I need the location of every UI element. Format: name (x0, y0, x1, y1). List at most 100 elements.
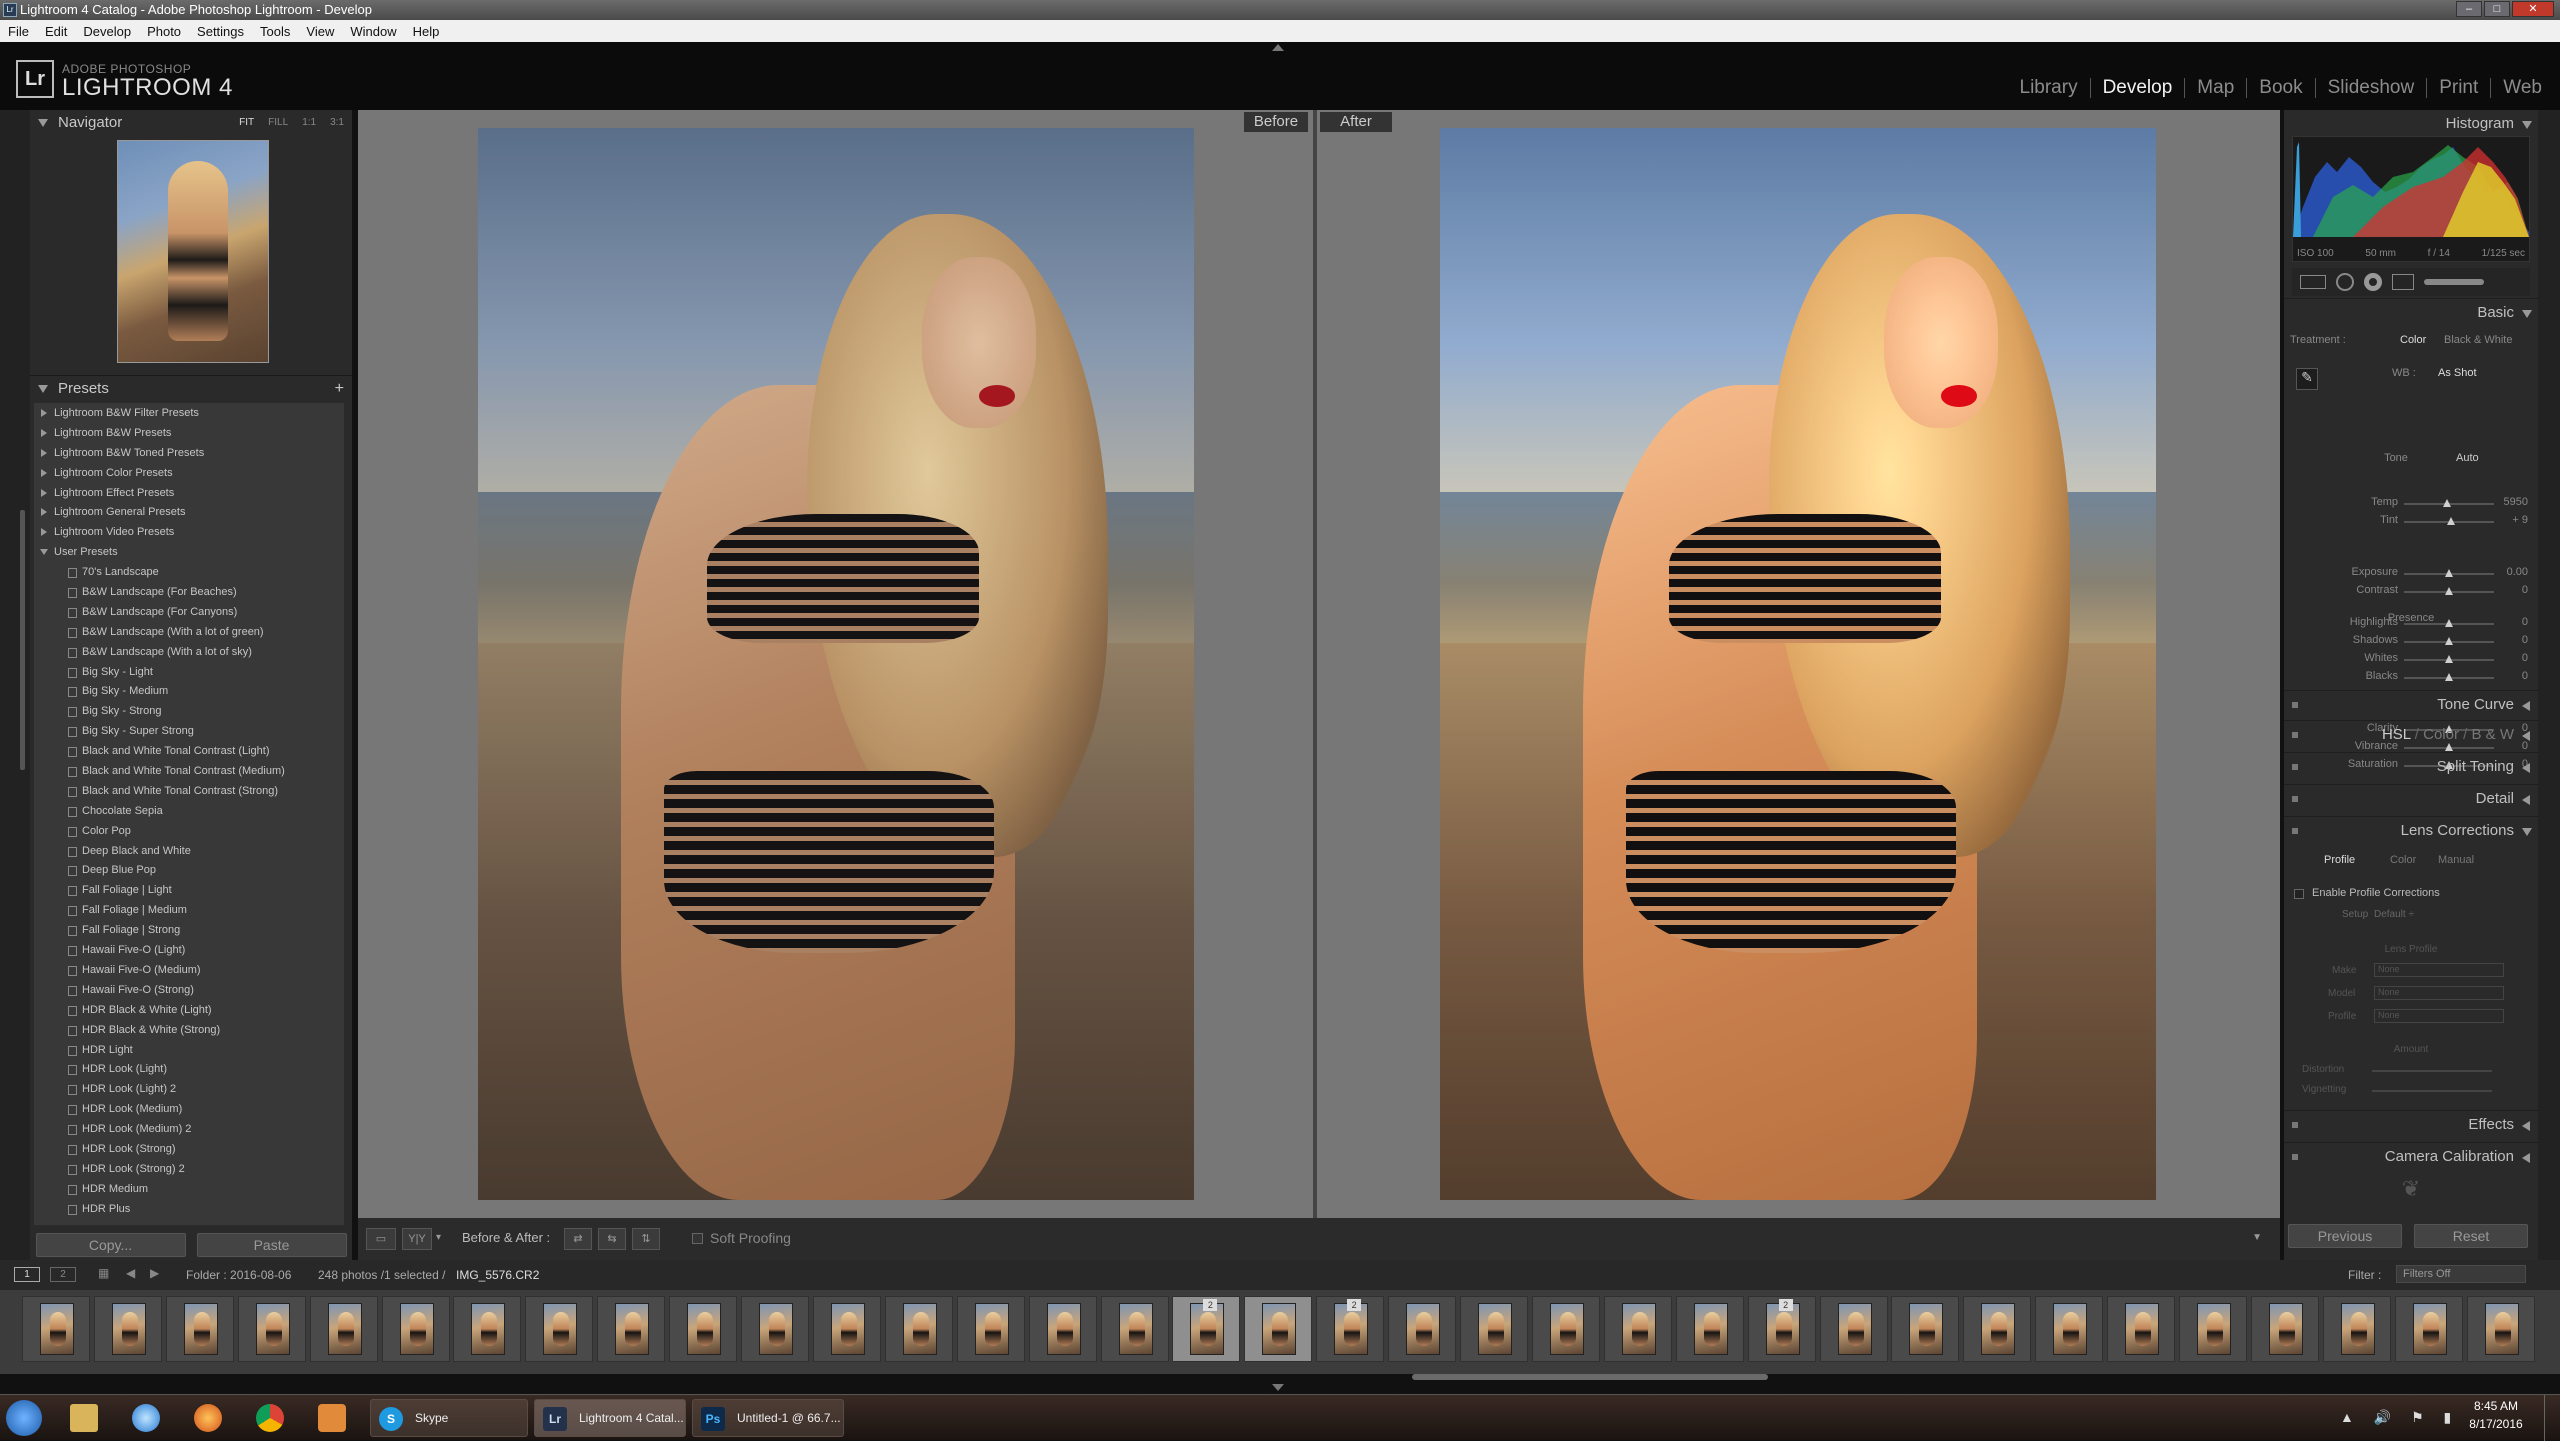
system-tray-icons[interactable]: ▲ 🔊 ⚑ ▮ (2340, 1409, 2459, 1426)
camera-calibration-header[interactable]: Camera Calibration (2284, 1142, 2538, 1170)
window1-button[interactable]: 1 (14, 1267, 40, 1282)
menu-settings[interactable]: Settings (189, 24, 252, 39)
start-button-icon[interactable] (6, 1400, 42, 1436)
module-book[interactable]: Book (2247, 78, 2316, 98)
slider-whites[interactable]: Whites 0 (2294, 652, 2528, 668)
slider-knob[interactable] (2443, 499, 2452, 507)
nav-fit[interactable]: FIT (239, 110, 254, 136)
nav-1-1[interactable]: 1:1 (302, 110, 316, 136)
preset-folder[interactable]: Lightroom B&W Filter Presets (34, 403, 344, 423)
grid-view-icon[interactable]: ▦ (98, 1266, 109, 1280)
preset-item[interactable]: B&W Landscape (For Canyons) (34, 602, 344, 622)
slider-value[interactable]: 0 (2488, 670, 2528, 682)
nav-3-1[interactable]: 3:1 (330, 110, 344, 136)
preset-folder[interactable]: Lightroom Color Presets (34, 463, 344, 483)
lens-tab-manual[interactable]: Manual (2438, 854, 2474, 866)
preset-item[interactable]: Hawaii Five-O (Medium) (34, 960, 344, 980)
slider-highlights[interactable]: Highlights 0 (2294, 616, 2528, 632)
filmstrip-thumbnail[interactable] (309, 1296, 378, 1362)
left-scrollbar[interactable] (20, 510, 25, 770)
preset-item[interactable]: Big Sky - Medium (34, 681, 344, 701)
forward-arrow-icon[interactable]: ▶ (150, 1266, 159, 1280)
selected-filename[interactable]: IMG_5576.CR2 (456, 1268, 539, 1282)
stack-badge[interactable]: 2 (1347, 1299, 1362, 1311)
reset-button[interactable]: Reset (2414, 1224, 2528, 1248)
presets-header[interactable]: Presets + (30, 375, 352, 401)
filmstrip-thumbnail[interactable] (884, 1296, 953, 1362)
show-desktop-button[interactable] (2544, 1395, 2560, 1441)
preset-folder[interactable]: Lightroom Effect Presets (34, 483, 344, 503)
filmstrip-thumbnail[interactable] (22, 1296, 90, 1362)
slider-shadows[interactable]: Shadows 0 (2294, 634, 2528, 650)
preset-folder[interactable]: User Presets (34, 542, 344, 562)
slider-value[interactable]: + 9 (2488, 514, 2528, 526)
preset-folder[interactable]: Lightroom B&W Toned Presets (34, 443, 344, 463)
toolbar-menu-icon[interactable]: ▼ (2252, 1232, 2262, 1243)
lens-setup-value[interactable]: Default ÷ (2374, 909, 2414, 920)
filmstrip-thumbnail[interactable]: 2 (1747, 1296, 1816, 1362)
module-map[interactable]: Map (2185, 78, 2248, 98)
filmstrip-thumbnail[interactable] (1963, 1296, 2032, 1362)
adjustment-brush-icon[interactable] (2424, 279, 2484, 285)
stack-badge[interactable]: 2 (1778, 1299, 1793, 1311)
graduated-filter-icon[interactable] (2392, 274, 2414, 290)
filmstrip-thumbnail[interactable] (597, 1296, 666, 1362)
menu-photo[interactable]: Photo (139, 24, 189, 39)
filmstrip-thumbnail[interactable] (956, 1296, 1025, 1362)
preset-item[interactable]: Hawaii Five-O (Light) (34, 940, 344, 960)
lens-model-select[interactable]: None (2374, 986, 2504, 1000)
filter-select[interactable]: Filters Off (2396, 1265, 2526, 1283)
slider-exposure[interactable]: Exposure 0.00 (2294, 566, 2528, 582)
menu-tools[interactable]: Tools (252, 24, 298, 39)
preset-item[interactable]: Big Sky - Light (34, 662, 344, 682)
slider-knob[interactable] (2446, 517, 2455, 525)
explorer-icon[interactable] (70, 1404, 98, 1432)
preset-item[interactable]: Hawaii Five-O (Strong) (34, 980, 344, 1000)
slider-knob[interactable] (2445, 637, 2453, 645)
hsl-bw-tab[interactable]: B & W (2471, 726, 2514, 743)
preset-item[interactable]: Chocolate Sepia (34, 801, 344, 821)
tone-curve-header[interactable]: Tone Curve (2284, 690, 2538, 718)
wb-eyedropper-icon[interactable]: ✎ (2296, 368, 2318, 390)
clock-time[interactable]: 8:45 AM (2466, 1399, 2526, 1413)
preset-item[interactable]: B&W Landscape (With a lot of green) (34, 622, 344, 642)
menu-develop[interactable]: Develop (75, 24, 139, 39)
window2-button[interactable]: 2 (50, 1267, 76, 1282)
navigator-preview[interactable] (117, 140, 269, 363)
slider-value[interactable]: 5950 (2488, 496, 2528, 508)
view-dropdown-icon[interactable]: ▾ (436, 1232, 441, 1243)
preset-item[interactable]: HDR Black & White (Light) (34, 1000, 344, 1020)
filmstrip-thumbnail[interactable] (525, 1296, 594, 1362)
filmstrip-thumbnail[interactable] (2035, 1296, 2104, 1362)
swap-settings-icon[interactable]: ⇆ (598, 1228, 626, 1250)
filmstrip-thumbnail[interactable] (237, 1296, 306, 1362)
chrome-icon[interactable] (256, 1404, 284, 1432)
preset-item[interactable]: HDR Look (Light) (34, 1059, 344, 1079)
slider-value[interactable]: 0 (2488, 616, 2528, 628)
left-panel-edge[interactable] (0, 110, 30, 1260)
nav-fill[interactable]: FILL (268, 110, 288, 136)
firefox-icon[interactable] (194, 1404, 222, 1432)
toggle-icon[interactable]: ⇅ (632, 1228, 660, 1250)
before-after-view-button[interactable]: Y|Y (402, 1228, 432, 1250)
previous-button[interactable]: Previous (2288, 1224, 2402, 1248)
stack-badge[interactable]: 2 (1203, 1299, 1218, 1311)
slider-value[interactable]: 0 (2488, 634, 2528, 646)
lens-make-select[interactable]: None (2374, 963, 2504, 977)
preset-item[interactable]: HDR Look (Light) 2 (34, 1079, 344, 1099)
filmstrip-thumbnail[interactable] (1028, 1296, 1097, 1362)
slider-knob[interactable] (2445, 587, 2453, 595)
paste-button[interactable]: Paste (196, 1233, 347, 1257)
preset-item[interactable]: B&W Landscape (With a lot of sky) (34, 642, 344, 662)
effects-header[interactable]: Effects (2284, 1110, 2538, 1138)
media-player-icon[interactable] (318, 1404, 346, 1432)
preset-item[interactable]: HDR Plus (34, 1199, 344, 1219)
taskbar-photoshop[interactable]: Ps Untitled-1 @ 66.7... (692, 1399, 844, 1437)
tone-auto-button[interactable]: Auto (2456, 452, 2479, 464)
filmstrip-thumbnail[interactable] (2179, 1296, 2247, 1362)
filmstrip-thumbnail[interactable] (1819, 1296, 1888, 1362)
preset-item[interactable]: Black and White Tonal Contrast (Medium) (34, 761, 344, 781)
filmstrip-thumbnail[interactable] (1244, 1296, 1313, 1362)
distortion-slider[interactable] (2372, 1070, 2492, 1072)
menu-view[interactable]: View (298, 24, 342, 39)
